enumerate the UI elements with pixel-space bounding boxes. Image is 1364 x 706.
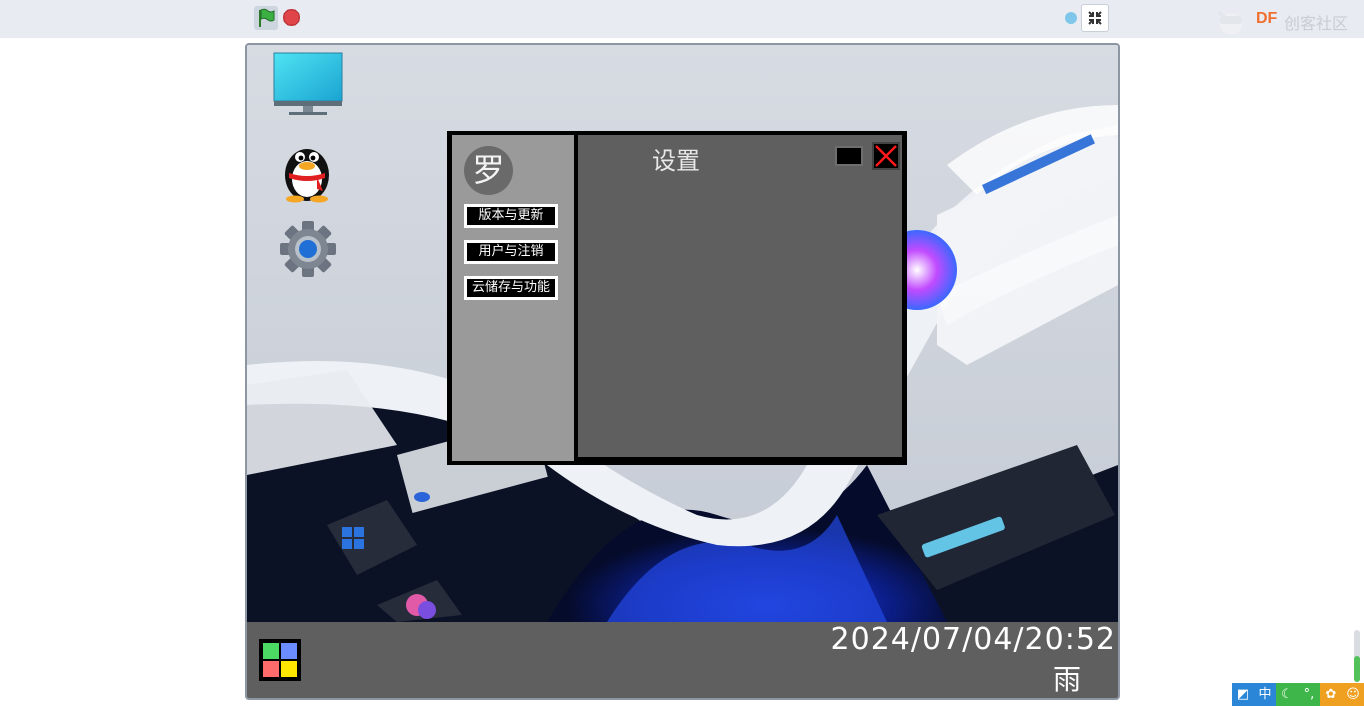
settings-content-panel: 设置: [578, 135, 902, 457]
ime-toolbar: ◩ 中 ☾ °, ✿ ☺: [1232, 683, 1364, 706]
stop-icon: [283, 9, 300, 26]
punctuation-icon[interactable]: °,: [1298, 683, 1320, 706]
fullscreen-toggle-button[interactable]: [1081, 4, 1109, 32]
ime-mode-toggle[interactable]: 中: [1254, 683, 1276, 706]
moon-icon[interactable]: ☾: [1276, 683, 1298, 706]
menu-version-update-button[interactable]: 版本与更新: [464, 204, 558, 228]
fullscreen-exit-icon: [1088, 11, 1102, 25]
monitor-icon: [273, 52, 343, 115]
emoji-icon[interactable]: ☺: [1342, 683, 1364, 706]
editor-toolbar: DF 创客社区: [0, 0, 1364, 38]
gear-icon: [280, 221, 336, 277]
brand-name: 创客社区: [1284, 14, 1349, 33]
start-button[interactable]: [259, 639, 301, 681]
taskbar: 2024/07/04/20:52 雨: [247, 622, 1118, 698]
green-flag-icon: [259, 8, 275, 27]
window-title: 设置: [652, 147, 700, 175]
desktop-qq-shortcut[interactable]: [277, 135, 337, 203]
menu-user-logout-button[interactable]: 用户与注销: [464, 240, 558, 264]
ime-logo-icon[interactable]: ◩: [1232, 683, 1254, 706]
clock-datetime: 2024/07/04/20:52: [830, 622, 1116, 657]
scroll-indicator[interactable]: [1354, 630, 1360, 682]
status-dot: [1065, 12, 1077, 24]
menu-cloud-storage-button[interactable]: 云储存与功能: [464, 276, 558, 300]
close-button[interactable]: [872, 142, 900, 170]
weather-label: 雨: [1053, 663, 1082, 696]
brand-watermark: DF 创客社区: [1208, 4, 1358, 38]
desktop-settings-shortcut[interactable]: [279, 219, 337, 279]
stage: 罗 版本与更新 用户与注销 云储存与功能 设置 2024/07/04/20:52…: [245, 43, 1120, 700]
settings-sidebar: 罗 版本与更新 用户与注销 云储存与功能: [452, 135, 574, 461]
windows-start-icon: [263, 643, 297, 677]
minimize-button[interactable]: [835, 146, 863, 166]
settings-window: 罗 版本与更新 用户与注销 云储存与功能 设置: [447, 131, 907, 465]
brand-df: DF: [1256, 10, 1278, 27]
ime-gear-icon[interactable]: ✿: [1320, 683, 1342, 706]
close-icon: [875, 145, 897, 167]
green-flag-button[interactable]: [254, 6, 278, 30]
stop-button[interactable]: [283, 9, 300, 26]
user-avatar[interactable]: 罗: [464, 146, 513, 195]
robot-logo-icon: [1217, 10, 1242, 35]
desktop-computer-shortcut[interactable]: [273, 51, 343, 117]
qq-penguin-icon: [285, 149, 329, 203]
